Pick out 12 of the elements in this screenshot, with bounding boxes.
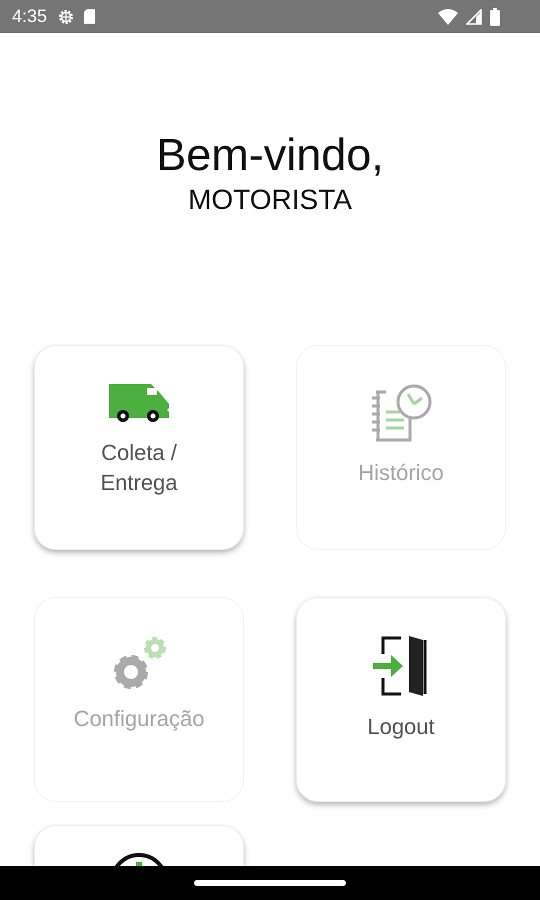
battery-icon	[490, 8, 500, 26]
user-name: MOTORISTA	[188, 183, 352, 217]
signal-icon	[466, 8, 482, 24]
wifi-icon	[438, 8, 458, 24]
delivery-tile[interactable]: Coleta / Entrega	[34, 345, 244, 550]
home-handle[interactable]	[194, 880, 346, 886]
welcome-title: Bem-vindo,	[156, 128, 384, 182]
sd-card-icon	[83, 8, 96, 25]
logout-tile[interactable]: Logout	[296, 597, 506, 802]
truck-icon	[107, 382, 171, 424]
status-time: 4:35	[12, 6, 48, 27]
gear-icon	[57, 8, 76, 26]
